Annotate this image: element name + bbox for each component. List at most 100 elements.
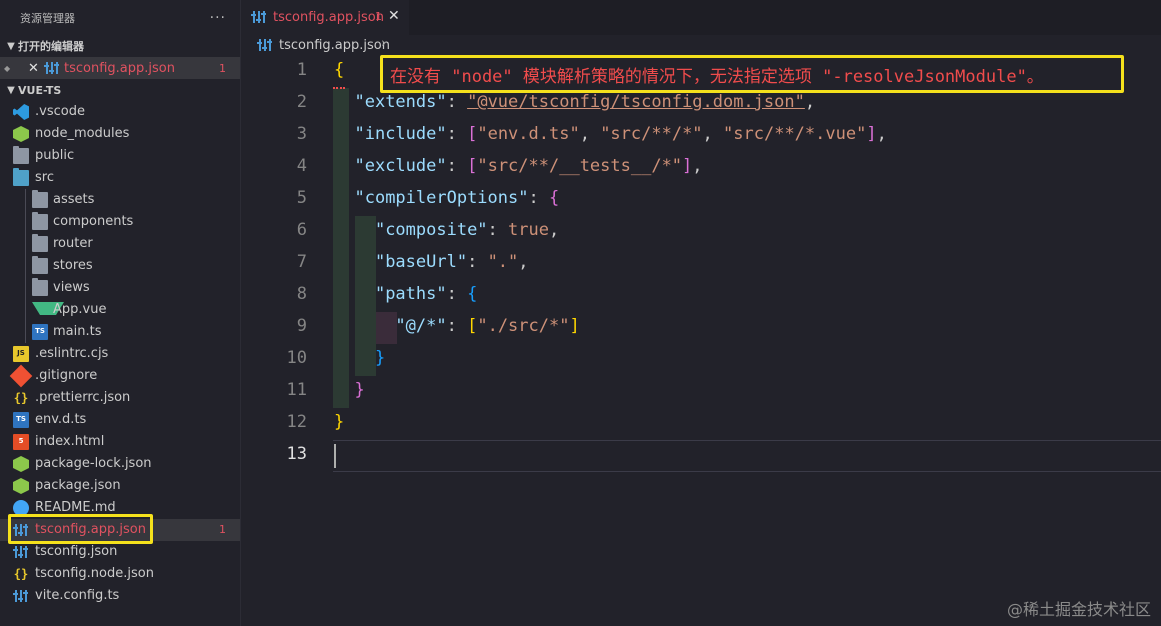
code-line-11: } — [354, 380, 365, 400]
file-tree-item[interactable]: views — [0, 277, 240, 299]
file-name: node_modules — [35, 126, 130, 141]
more-actions-icon[interactable]: ··· — [210, 10, 226, 26]
node-icon — [13, 478, 29, 494]
line-number: 10 — [286, 348, 307, 368]
code-line-8: "paths": { — [374, 284, 478, 304]
line-number: 13 — [286, 444, 307, 464]
file-name: tsconfig.json — [35, 544, 118, 559]
git-icon — [9, 364, 33, 388]
file-name: .eslintrc.cjs — [35, 346, 109, 361]
line-number: 9 — [296, 316, 307, 336]
tsconfig-icon — [13, 588, 29, 604]
error-squiggle — [333, 84, 345, 89]
ts-icon: TS — [13, 412, 29, 428]
error-count-badge: 1 — [219, 523, 226, 536]
file-name: views — [53, 280, 90, 295]
file-name: index.html — [35, 434, 105, 449]
folder-icon — [13, 146, 29, 164]
file-tree-item[interactable]: public — [0, 145, 240, 167]
explorer-sidebar: 资源管理器 ··· ▼ 打开的编辑器 ◆ ✕ tsconfig.app.json… — [0, 0, 241, 626]
file-tree-item[interactable]: router — [0, 233, 240, 255]
file-tree-item[interactable]: {} tsconfig.node.json — [0, 563, 240, 585]
tsconfig-icon — [44, 60, 60, 76]
error-count-badge: 1 — [219, 61, 226, 75]
json-icon: {} — [13, 567, 29, 581]
file-name: .vscode — [35, 104, 85, 119]
file-highlight-box — [8, 514, 153, 544]
file-tree-item[interactable]: components — [0, 211, 240, 233]
watermark: @稀土掘金技术社区 — [1006, 600, 1151, 619]
file-tree-item[interactable]: TS env.d.ts — [0, 409, 240, 431]
file-name: main.ts — [53, 324, 102, 339]
file-tree-item[interactable]: App.vue — [0, 299, 240, 321]
file-tree-item[interactable]: TS main.ts — [0, 321, 240, 343]
folder-icon — [32, 212, 48, 230]
node-icon — [13, 456, 29, 472]
close-icon[interactable]: ✕ — [28, 61, 39, 76]
line-number: 6 — [296, 220, 307, 240]
explorer-title: 资源管理器 — [20, 11, 75, 25]
file-tree-item[interactable]: package-lock.json — [0, 453, 240, 475]
file-tree-item[interactable]: vite.config.ts — [0, 585, 240, 607]
file-name: App.vue — [53, 302, 107, 317]
file-name: src — [35, 170, 54, 185]
breadcrumb-chevron-icon: › — [381, 36, 387, 51]
file-tree-item[interactable]: {} .prettierrc.json — [0, 387, 240, 409]
file-name: .prettierrc.json — [35, 390, 131, 405]
file-name: vite.config.ts — [35, 588, 120, 603]
file-tree-item[interactable]: package.json — [0, 475, 240, 497]
file-tree-item[interactable]: tsconfig.json — [0, 541, 240, 563]
file-name: package.json — [35, 478, 121, 493]
file-tree-item[interactable]: src — [0, 167, 240, 189]
folder-icon — [32, 190, 48, 208]
open-editor-item[interactable]: ◆ ✕ tsconfig.app.json 1 — [0, 57, 240, 79]
file-name: .gitignore — [35, 368, 98, 383]
file-tree-item[interactable]: node_modules — [0, 123, 240, 145]
indent-guide — [25, 233, 26, 255]
open-editors-section[interactable]: ▼ 打开的编辑器 — [0, 35, 240, 57]
tab-tsconfig-app[interactable]: tsconfig.app.json 1 ✕ — [241, 0, 409, 35]
js-icon: JS — [13, 346, 29, 362]
file-tree-item[interactable]: .vscode — [0, 101, 240, 123]
line-number: 11 — [286, 380, 307, 400]
line-number: 12 — [286, 412, 307, 432]
text-cursor — [334, 444, 336, 468]
line-number: 3 — [296, 124, 307, 144]
indent-guide — [25, 189, 26, 211]
file-name: env.d.ts — [35, 412, 87, 427]
file-tree-item[interactable]: .gitignore — [0, 364, 240, 388]
file-name: tsconfig.node.json — [35, 566, 154, 581]
file-tree-item[interactable]: JS .eslintrc.cjs — [0, 343, 240, 365]
code-line-7: "baseUrl": ".", — [374, 252, 529, 272]
code-line-1: { — [334, 60, 345, 80]
tab-error-count: 1 — [375, 10, 382, 23]
current-line-highlight — [333, 440, 1161, 472]
indent-guide — [25, 211, 26, 233]
code-line-3: "include": ["env.d.ts", "src/**/*", "src… — [354, 124, 887, 144]
tab-bar: tsconfig.app.json 1 ✕ — [241, 0, 1161, 35]
file-name: package-lock.json — [35, 456, 152, 471]
file-name: README.md — [35, 500, 116, 515]
code-line-4: "exclude": ["src/**/__tests__/*"], — [354, 156, 703, 176]
tsconfig-icon — [13, 544, 29, 560]
file-tree-item[interactable]: 5 index.html — [0, 431, 240, 453]
breadcrumb-file[interactable]: tsconfig.app.json — [279, 38, 390, 53]
json-icon: {} — [13, 391, 29, 405]
project-label: VUE-TS — [18, 83, 62, 97]
indent-guide — [25, 255, 26, 277]
error-message-box: 在没有 "node" 模块解析策略的情况下，无法指定选项 "-resolveJs… — [380, 55, 1124, 93]
chevron-down-icon: ▼ — [7, 84, 15, 96]
line-number: 2 — [296, 92, 307, 112]
vscode-folder-icon — [13, 104, 29, 120]
file-name: assets — [53, 192, 95, 207]
file-name: public — [35, 148, 75, 163]
code-line-6: "composite": true, — [374, 220, 560, 240]
breadcrumb: tsconfig.app.json › — [241, 35, 1161, 57]
explorer-header: 资源管理器 ··· — [0, 0, 240, 35]
project-section[interactable]: ▼ VUE-TS — [0, 79, 240, 101]
file-tree-item[interactable]: stores — [0, 255, 240, 277]
folder-icon — [32, 256, 48, 274]
file-tree-item[interactable]: assets — [0, 189, 240, 211]
folder-icon — [32, 234, 48, 252]
tab-close-icon[interactable]: ✕ — [388, 8, 400, 24]
